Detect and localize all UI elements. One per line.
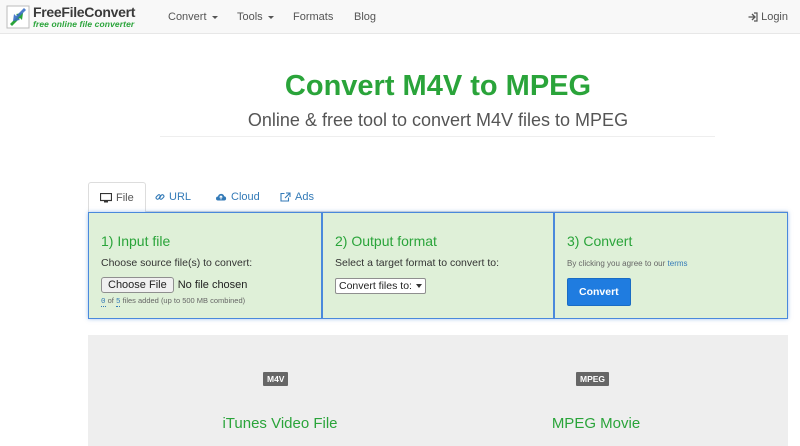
source-format-name[interactable]: iTunes Video File bbox=[180, 415, 380, 432]
step3-heading: 3) Convert bbox=[567, 233, 633, 249]
target-format-name[interactable]: MPEG Movie bbox=[496, 415, 696, 432]
step-convert: 3) Convert By clicking you agree to our … bbox=[553, 213, 787, 318]
files-max: 5 bbox=[115, 298, 121, 307]
login-link[interactable]: Login bbox=[748, 0, 788, 34]
sign-in-icon bbox=[748, 12, 758, 22]
source-format-badge: M4V bbox=[263, 372, 289, 386]
no-file-chosen-text: No file chosen bbox=[177, 279, 248, 291]
login-label: Login bbox=[761, 11, 788, 23]
target-format-select[interactable]: Convert files to: bbox=[335, 278, 426, 294]
agree-text: By clicking you agree to our bbox=[567, 259, 666, 268]
files-of-text: of bbox=[107, 296, 114, 305]
step1-instruction: Choose source file(s) to convert: bbox=[101, 257, 253, 269]
step2-heading: 2) Output format bbox=[335, 233, 437, 249]
tab-cloud-label: Cloud bbox=[231, 191, 260, 203]
caret-down-icon bbox=[211, 15, 218, 19]
monitor-icon bbox=[100, 192, 112, 202]
brand-tagline: free online file converter bbox=[33, 19, 135, 30]
terms-link[interactable]: terms bbox=[668, 259, 688, 268]
cloud-upload-icon bbox=[216, 193, 227, 201]
brand-name: FreeFileConvert bbox=[33, 4, 136, 21]
tab-ads[interactable]: Ads bbox=[269, 182, 325, 212]
top-navbar: FreeFileConvert free online file convert… bbox=[0, 0, 800, 34]
site-logo[interactable]: FreeFileConvert free online file convert… bbox=[6, 3, 135, 31]
target-format-badge: MPEG bbox=[576, 372, 610, 386]
files-added-counter: 0 of 5 files added (up to 500 MB combine… bbox=[101, 296, 309, 307]
format-info-section: M4V MPEG iTunes Video File MPEG Movie bbox=[88, 335, 788, 446]
target-format-value: Convert files to: bbox=[339, 280, 412, 292]
tab-file[interactable]: File bbox=[88, 182, 146, 213]
tab-cloud[interactable]: Cloud bbox=[204, 182, 271, 212]
nav-tools-label: Tools bbox=[237, 11, 263, 23]
caret-down-icon bbox=[267, 15, 274, 19]
choose-file-button[interactable]: Choose File bbox=[101, 277, 174, 293]
tab-url[interactable]: URL bbox=[144, 182, 202, 212]
logo-arrows-icon bbox=[6, 5, 30, 29]
step-output-format: 2) Output format Select a target format … bbox=[321, 213, 553, 318]
nav-convert-label: Convert bbox=[168, 11, 207, 23]
step2-instruction: Select a target format to convert to: bbox=[335, 257, 499, 269]
convert-button[interactable]: Convert bbox=[567, 278, 631, 306]
files-count: 0 bbox=[101, 298, 106, 307]
nav-convert-dropdown[interactable]: Convert bbox=[168, 0, 218, 34]
files-suffix-text: files added (up to 500 MB combined) bbox=[122, 296, 246, 305]
conversion-panel: 1) Input file Choose source file(s) to c… bbox=[88, 212, 788, 319]
chevron-down-icon bbox=[415, 284, 422, 289]
nav-blog-link[interactable]: Blog bbox=[354, 0, 376, 34]
link-icon bbox=[155, 194, 165, 200]
step1-heading: 1) Input file bbox=[101, 233, 171, 249]
tab-ads-label: Ads bbox=[295, 191, 314, 203]
page-subtitle: Online & free tool to convert M4V files … bbox=[247, 110, 629, 130]
tab-url-label: URL bbox=[169, 191, 192, 203]
page-title: Convert M4V to MPEG bbox=[284, 70, 592, 102]
file-picker: Choose File No file chosen bbox=[101, 277, 309, 293]
nav-tools-dropdown[interactable]: Tools bbox=[237, 0, 274, 34]
tab-file-label: File bbox=[116, 191, 134, 204]
step-input-file: 1) Input file Choose source file(s) to c… bbox=[89, 213, 321, 318]
external-link-icon bbox=[280, 192, 291, 202]
nav-formats-link[interactable]: Formats bbox=[293, 0, 333, 34]
terms-agreement-text: By clicking you agree to our terms bbox=[567, 259, 775, 268]
divider bbox=[160, 136, 715, 137]
input-source-tabs: File URL Cloud Ads bbox=[88, 182, 788, 213]
